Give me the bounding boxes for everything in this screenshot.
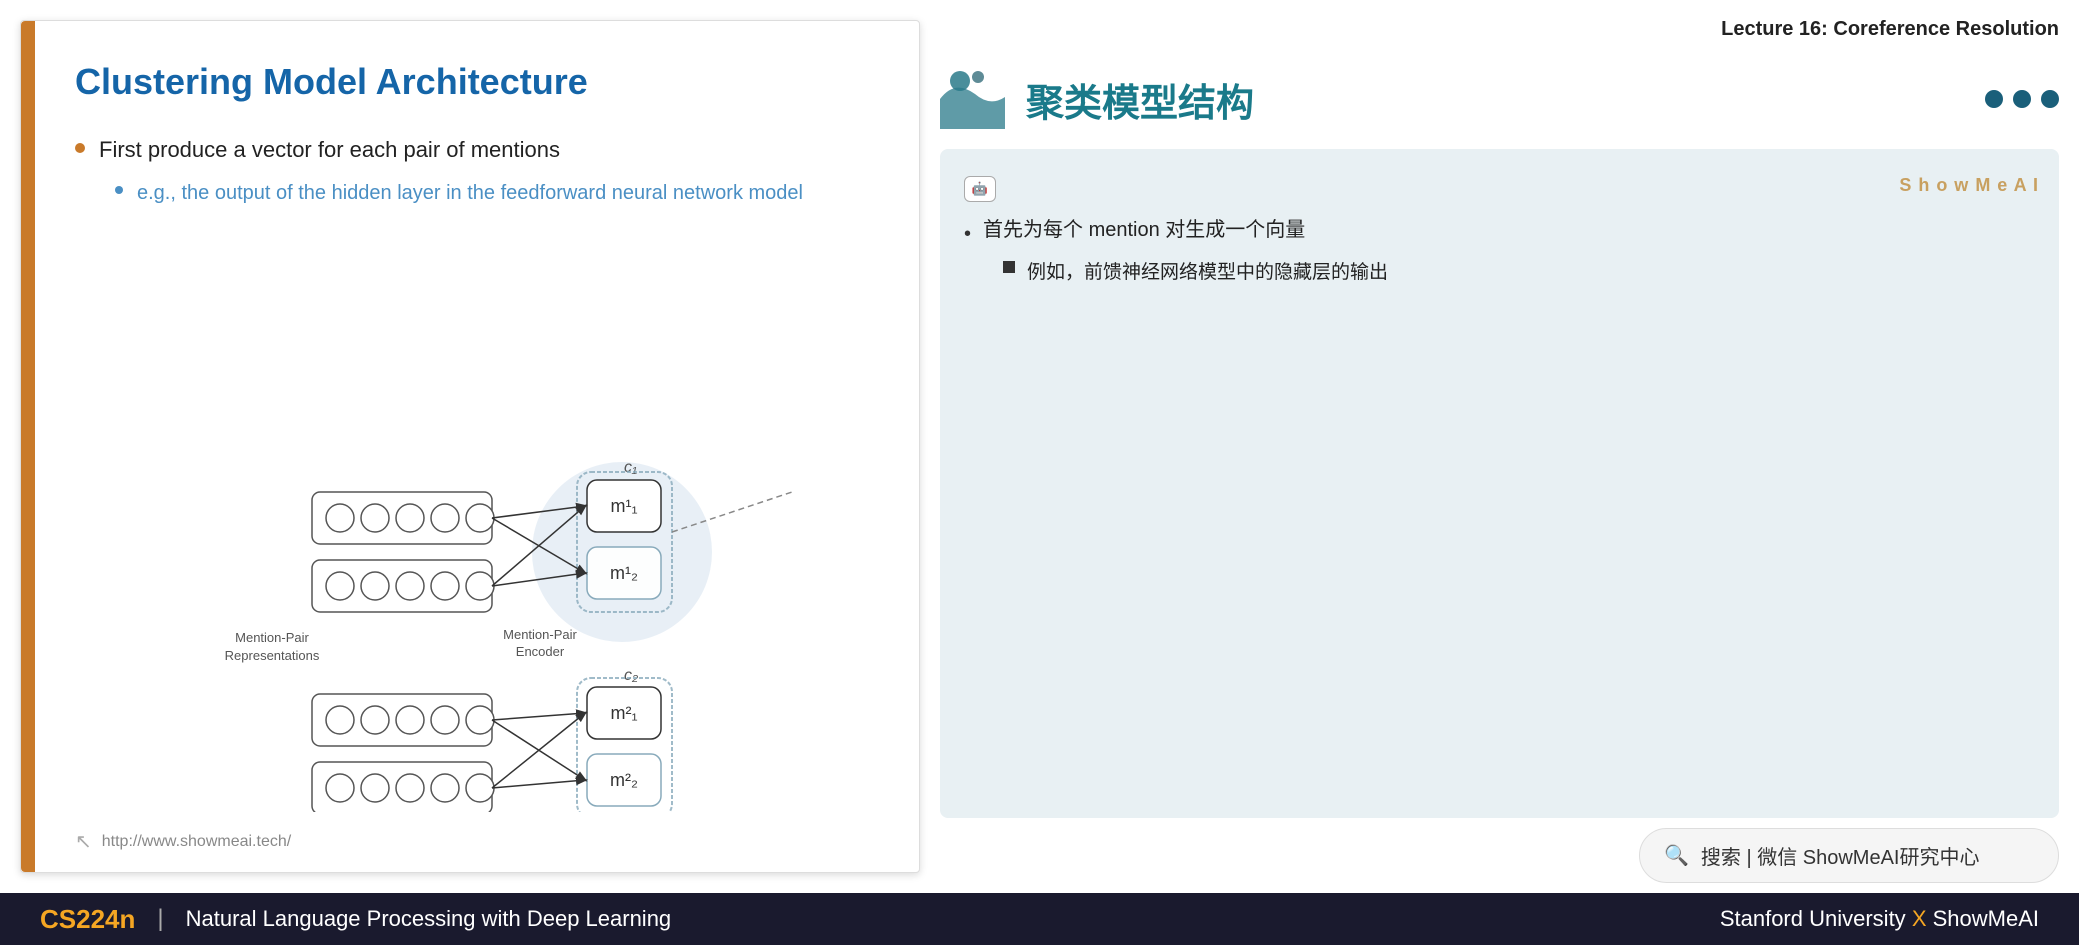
- svg-text:m²₁: m²₁: [610, 703, 637, 723]
- diagram-area: c₁ m¹₁ m¹₂ c₂ m²₁ m²₂: [185, 432, 899, 812]
- slide-title: Clustering Model Architecture: [75, 61, 879, 103]
- nav-dot-2[interactable]: [2013, 90, 2031, 108]
- slide-accent-bar: [21, 21, 35, 872]
- main-content: Clustering Model Architecture First prod…: [0, 0, 2079, 893]
- sub-bullet-1: e.g., the output of the hidden layer in …: [115, 178, 879, 208]
- bottom-bar: CS224n | Natural Language Processing wit…: [0, 893, 2079, 945]
- search-icon: 🔍: [1664, 843, 1689, 868]
- cn-sub-square: [1003, 261, 1015, 273]
- nav-dot-1[interactable]: [1985, 90, 2003, 108]
- cn-bullets: • 首先为每个 mention 对生成一个向量 例如，前馈神经网络模型中的隐藏层…: [964, 212, 2035, 290]
- course-name: Natural Language Processing with Deep Le…: [186, 906, 672, 932]
- svg-text:Mention-Pair: Mention-Pair: [235, 630, 309, 645]
- cn-sub-bullet-1: 例如，前馈神经网络模型中的隐藏层的输出: [983, 256, 1388, 290]
- bottom-divider: |: [157, 905, 163, 933]
- lecture-title: Lecture 16: Coreference Resolution: [940, 10, 2059, 49]
- bullet-text-1: First produce a vector for each pair of …: [99, 133, 560, 166]
- nav-dots: [1985, 90, 2059, 108]
- cn-title-text: 聚类模型结构: [1026, 72, 1254, 127]
- svg-text:m¹₁: m¹₁: [610, 496, 637, 516]
- bottom-left: CS224n | Natural Language Processing wit…: [40, 904, 671, 935]
- bottom-right: Stanford University X ShowMeAI: [1720, 906, 2039, 932]
- showmeai-logo: [940, 69, 1010, 129]
- svg-text:m²₂: m²₂: [610, 770, 638, 790]
- slide-footer: ↖ http://www.showmeai.tech/: [75, 829, 291, 854]
- cn-sub-text-1: 例如，前馈神经网络模型中的隐藏层的输出: [1027, 256, 1388, 290]
- svg-text:Encoder: Encoder: [516, 644, 565, 659]
- sub-bullet-text-1: e.g., the output of the hidden layer in …: [137, 178, 803, 208]
- bullet-item-1: First produce a vector for each pair of …: [75, 133, 879, 166]
- svg-text:m¹₂: m¹₂: [610, 563, 638, 583]
- cursor-icon: ↖: [75, 829, 92, 854]
- brand-name: ShowMeAI: [1933, 906, 2039, 931]
- svg-text:Representations: Representations: [225, 648, 320, 663]
- cs-label: CS224n: [40, 904, 135, 935]
- search-text: 搜索 | 微信 ShowMeAI研究中心: [1701, 841, 1980, 870]
- bullet-dot: [75, 143, 85, 153]
- slide-inner: Clustering Model Architecture First prod…: [35, 21, 919, 872]
- cn-bullet-dot-1: •: [964, 216, 971, 252]
- footer-url: http://www.showmeai.tech/: [102, 833, 291, 851]
- ai-badge: 🤖: [964, 176, 996, 202]
- x-symbol: X: [1912, 906, 1933, 931]
- neural-network-diagram: c₁ m¹₁ m¹₂ c₂ m²₁ m²₂: [185, 432, 899, 812]
- search-bar[interactable]: 🔍 搜索 | 微信 ShowMeAI研究中心: [1639, 828, 2059, 883]
- right-panel: Lecture 16: Coreference Resolution 聚类模型结…: [930, 0, 2079, 893]
- sub-bullet-dot: [115, 186, 123, 194]
- translation-box: 🤖 S h o w M e A I • 首先为每个 mention 对生成一个向…: [940, 149, 2059, 818]
- nav-dot-3[interactable]: [2041, 90, 2059, 108]
- svg-text:Mention-Pair: Mention-Pair: [503, 627, 577, 642]
- bullet-sub-item-1: e.g., the output of the hidden layer in …: [75, 178, 879, 208]
- university-name: Stanford University: [1720, 906, 1906, 931]
- cn-bullet-text-1: 首先为每个 mention 对生成一个向量: [983, 219, 1305, 241]
- cn-title-card: 聚类模型结构: [940, 59, 2059, 139]
- c1-label: c₁: [624, 459, 637, 476]
- svg-text:c₂: c₂: [624, 667, 638, 684]
- cn-bullet-1: • 首先为每个 mention 对生成一个向量 例如，前馈神经网络模型中的隐藏层…: [964, 212, 2035, 290]
- showmeai-watermark: S h o w M e A I: [1899, 169, 2039, 201]
- slide-panel: Clustering Model Architecture First prod…: [20, 20, 920, 873]
- slide-bullets: First produce a vector for each pair of …: [75, 133, 879, 208]
